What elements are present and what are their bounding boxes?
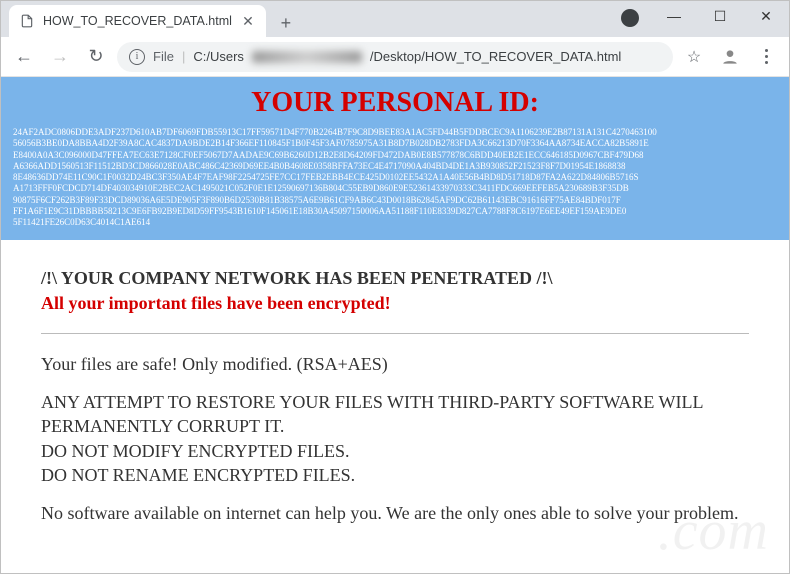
url-redacted-segment bbox=[252, 51, 362, 63]
warn-line-1: ANY ATTEMPT TO RESTORE YOUR FILES WITH T… bbox=[41, 392, 703, 436]
file-scheme-label: File bbox=[153, 49, 174, 64]
tab-title: HOW_TO_RECOVER_DATA.html bbox=[43, 14, 232, 28]
bookmark-star-icon[interactable]: ☆ bbox=[679, 42, 709, 72]
penetrated-line: /!\ YOUR COMPANY NETWORK HAS BEEN PENETR… bbox=[41, 266, 749, 290]
ransom-header-block: YOUR PERSONAL ID: 24AF2ADC0806DDE3ADF237… bbox=[1, 77, 789, 240]
minimize-button[interactable]: — bbox=[651, 1, 697, 31]
site-info-icon[interactable]: i bbox=[129, 49, 145, 65]
file-icon bbox=[19, 13, 35, 29]
files-safe-paragraph: Your files are safe! Only modified. (RSA… bbox=[41, 352, 749, 376]
toolbar: ← → ↻ i File | C:/Users /Desktop/HOW_TO_… bbox=[1, 37, 789, 77]
close-tab-icon[interactable]: ✕ bbox=[240, 13, 256, 29]
url-text-prefix: C:/Users bbox=[193, 49, 244, 64]
ransom-body: /!\ YOUR COMPANY NETWORK HAS BEEN PENETR… bbox=[1, 240, 789, 569]
page-content[interactable]: YOUR PERSONAL ID: 24AF2ADC0806DDE3ADF237… bbox=[1, 77, 789, 573]
kebab-menu-icon[interactable] bbox=[751, 42, 781, 72]
nosoftware-paragraph: No software available on internet can he… bbox=[41, 501, 749, 525]
url-separator: | bbox=[182, 49, 185, 64]
profile-avatar-icon[interactable] bbox=[715, 42, 745, 72]
address-bar[interactable]: i File | C:/Users /Desktop/HOW_TO_RECOVE… bbox=[117, 42, 673, 72]
encrypted-line: All your important files have been encry… bbox=[41, 291, 749, 315]
warn-line-2: DO NOT MODIFY ENCRYPTED FILES. bbox=[41, 441, 350, 461]
account-indicator-icon[interactable] bbox=[621, 9, 639, 27]
divider bbox=[41, 333, 749, 334]
maximize-button[interactable]: ☐ bbox=[697, 1, 743, 31]
titlebar: HOW_TO_RECOVER_DATA.html ✕ + — ☐ ✕ bbox=[1, 1, 789, 37]
warning-paragraph: ANY ATTEMPT TO RESTORE YOUR FILES WITH T… bbox=[41, 390, 749, 487]
forward-button[interactable]: → bbox=[45, 42, 75, 72]
reload-button[interactable]: ↻ bbox=[81, 42, 111, 72]
close-window-button[interactable]: ✕ bbox=[743, 1, 789, 31]
personal-id-heading: YOUR PERSONAL ID: bbox=[13, 87, 777, 119]
personal-id-value: 24AF2ADC0806DDE3ADF237D610AB7DF6069FDB55… bbox=[13, 127, 777, 228]
url-text-suffix: /Desktop/HOW_TO_RECOVER_DATA.html bbox=[370, 49, 621, 64]
browser-tab[interactable]: HOW_TO_RECOVER_DATA.html ✕ bbox=[9, 5, 266, 37]
window-controls: — ☐ ✕ bbox=[651, 1, 789, 31]
browser-window: HOW_TO_RECOVER_DATA.html ✕ + — ☐ ✕ ← → ↻… bbox=[0, 0, 790, 574]
warn-line-3: DO NOT RENAME ENCRYPTED FILES. bbox=[41, 465, 355, 485]
back-button[interactable]: ← bbox=[9, 42, 39, 72]
new-tab-button[interactable]: + bbox=[272, 9, 300, 37]
